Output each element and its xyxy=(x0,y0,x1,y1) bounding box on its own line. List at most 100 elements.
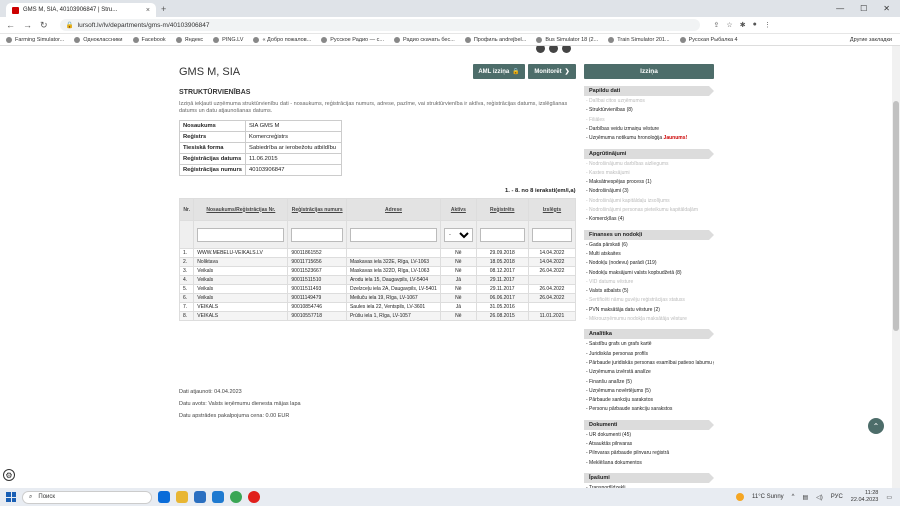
sidebar-item[interactable]: - Nodokļu (nodevu) parādi (119) xyxy=(586,260,714,266)
url-field[interactable]: 🔒 lursoft.lv/lv/departments/gms-m/401039… xyxy=(59,19,700,31)
sidebar-item[interactable]: - Uzņēmuma novērtējums (5) xyxy=(586,388,714,394)
print-icon[interactable] xyxy=(536,46,545,53)
bookmark-item[interactable]: Радио скачать бес... xyxy=(394,36,455,43)
sidebar-item[interactable]: - Juridiskās personas profils xyxy=(586,351,714,357)
windows-start-icon[interactable] xyxy=(6,492,16,502)
edge-icon[interactable] xyxy=(158,491,170,503)
sidebar-item[interactable]: - Darbības veidu izmaiņu vēsture xyxy=(586,126,714,132)
sidebar-section-header[interactable]: Analītika xyxy=(584,329,714,340)
weather-text[interactable]: 11°C Sunny xyxy=(752,494,784,500)
volume-icon[interactable]: ◁) xyxy=(816,494,823,501)
sidebar-item[interactable]: - Nodrošinājumi (3) xyxy=(586,188,714,194)
bookmark-item[interactable]: Facebook xyxy=(132,36,166,43)
col-name-header[interactable]: Nosaukums/Reģistrācijas Nr. xyxy=(193,198,289,221)
other-bookmarks[interactable]: Другие закладки xyxy=(850,37,900,43)
col-regnr-header[interactable]: Reģistrācijas numurs xyxy=(287,198,347,221)
clock[interactable]: 11:28 22.04.2023 xyxy=(851,490,879,504)
file-explorer-icon[interactable] xyxy=(176,491,188,503)
sidebar-item[interactable]: - Finanšu analīze (5) xyxy=(586,379,714,385)
table-row: 8. VEIKALS 90010557718 Prūšu iela 1, Rīga, … xyxy=(178,311,577,321)
izzina-button[interactable]: Izziņa xyxy=(584,64,714,79)
bookmark-item[interactable]: Русская Рыбалка 4 xyxy=(679,36,738,43)
monitor-button[interactable]: Monitorēt ❯ xyxy=(528,64,576,79)
extensions-icon[interactable]: ✱ xyxy=(740,21,746,29)
col-excluded-cell xyxy=(527,275,577,285)
sidebar-item[interactable]: - Valsts atbalsts (5) xyxy=(586,288,714,294)
bookmark-item[interactable]: Профиль andrejbel... xyxy=(464,36,526,43)
filter-name-input[interactable] xyxy=(197,227,285,242)
col-active-header[interactable]: Aktīvs xyxy=(440,198,477,221)
language-indicator[interactable]: РУС xyxy=(831,494,843,500)
filter-excluded-input[interactable] xyxy=(531,227,572,242)
sidebar-item[interactable]: - PVN maksātāja datu vēsture (2) xyxy=(586,307,714,313)
tray-arrow-icon[interactable]: ^ xyxy=(792,494,795,500)
sidebar-section-header[interactable]: Finanses un nodokļi xyxy=(584,229,714,240)
sidebar-item[interactable]: - Meklēšana dokumentos xyxy=(586,460,714,466)
filter-active-select[interactable]: - xyxy=(444,227,473,242)
taskbar-search[interactable]: ⌕ Поиск xyxy=(22,490,152,504)
reload-icon[interactable]: ↻ xyxy=(40,20,48,31)
bookmark-item[interactable]: Яндекс xyxy=(175,36,203,43)
aml-button[interactable]: AML izziņa 🔒 xyxy=(473,64,525,79)
bookmark-item[interactable]: Train Simulator 201... xyxy=(608,36,670,43)
sidebar-section-header[interactable]: Papildu dati xyxy=(584,86,714,96)
mail-icon[interactable] xyxy=(212,491,224,503)
sidebar-item[interactable]: - Uzņēmuma izvērstā analīze xyxy=(586,369,714,375)
sidebar-item-label: - Nodrošinājumi kapitāldaļu izsolījums xyxy=(586,197,670,204)
chrome-icon[interactable] xyxy=(230,491,242,503)
sidebar-item[interactable]: - Pārbaude sankciju sarakstos xyxy=(586,397,714,403)
col-name-cell: VEIKALS xyxy=(193,311,289,321)
col-registered-header[interactable]: Reģistrēts xyxy=(475,198,529,221)
sidebar-section-header[interactable]: Dokumenti xyxy=(584,419,714,430)
bookmark-item[interactable]: Одноклассники xyxy=(74,36,123,43)
sidebar-item[interactable]: - Personu pārbaude sankciju sarakstos xyxy=(586,406,714,412)
back-icon[interactable]: ← xyxy=(6,20,15,30)
menu-icon[interactable]: ⋮ xyxy=(764,21,771,29)
bookmark-item[interactable]: PING.LV xyxy=(213,36,243,43)
bookmark-item[interactable]: Farming Simulator... xyxy=(6,36,64,43)
sidebar-item-label: - Maksātnespējas process (1) xyxy=(586,179,652,186)
bookmark-item[interactable]: Bus Simulator 18 (2... xyxy=(536,36,598,43)
browser-tab[interactable]: GMS M, SIA, 40103906847 | Stru... × xyxy=(6,3,156,17)
network-icon[interactable]: ▤ xyxy=(802,494,808,501)
filter-address-input[interactable] xyxy=(349,227,438,242)
filter-registered-input[interactable] xyxy=(479,227,525,242)
email-icon[interactable] xyxy=(549,46,558,53)
sidebar-item[interactable]: - Multi atskaites xyxy=(586,251,714,257)
sidebar-item[interactable]: - Uzņēmuma notikumu hronoloģija Jaunums! xyxy=(586,135,714,141)
maximize-icon[interactable]: ☐ xyxy=(860,4,867,13)
new-tab-icon[interactable]: + xyxy=(161,4,166,14)
col-address-header[interactable]: Adrese xyxy=(345,198,442,221)
sidebar-item[interactable]: - UR dokumenti (45) xyxy=(586,432,714,438)
bookmark-item[interactable]: Русское Радио — с... xyxy=(321,36,384,43)
sidebar-item[interactable]: - Atsauktās pilnvaras xyxy=(586,441,714,447)
notifications-icon[interactable]: ▭ xyxy=(886,494,892,501)
close-tab-icon[interactable]: × xyxy=(146,7,150,14)
sidebar-section-header[interactable]: Apgrūtinājumi xyxy=(584,148,714,159)
close-window-icon[interactable]: ✕ xyxy=(883,4,890,13)
opera-icon[interactable] xyxy=(248,491,260,503)
scrollbar-thumb[interactable] xyxy=(893,101,899,331)
sidebar-item[interactable]: - Gada pārskati (6) xyxy=(586,242,714,248)
cookie-settings-icon[interactable]: ⚙ xyxy=(3,469,15,481)
bookmark-item[interactable]: « Добро пожалов... xyxy=(253,36,311,43)
sidebar-item[interactable]: - Struktūrvienības (8) xyxy=(586,107,714,113)
scroll-to-top-icon[interactable]: ⌃ xyxy=(868,418,884,434)
filter-regnr-input[interactable] xyxy=(291,227,343,242)
share-icon[interactable]: ⇪ xyxy=(714,21,720,29)
share-icon[interactable] xyxy=(562,46,571,53)
forward-icon[interactable]: → xyxy=(23,20,32,30)
scrollbar[interactable] xyxy=(892,46,900,488)
col-excluded-header[interactable]: Izslēgts xyxy=(527,198,577,221)
bookmark-star-icon[interactable]: ☆ xyxy=(726,21,732,29)
sidebar-item[interactable]: - Komercķīlas (4) xyxy=(586,216,714,222)
sidebar-item[interactable]: - Maksātnespējas process (1) xyxy=(586,179,714,185)
sidebar-item[interactable]: - Saistību grafs un grafs kartē xyxy=(586,341,714,347)
sidebar-section-header[interactable]: Īpašumi xyxy=(584,472,714,483)
sidebar-item[interactable]: - Pilnvaras pārbaude pilnvaru reģistrā xyxy=(586,450,714,456)
store-icon[interactable] xyxy=(194,491,206,503)
sidebar-item[interactable]: - Pārbaude juridiskās personas esamībai … xyxy=(586,360,714,366)
minimize-icon[interactable]: — xyxy=(836,4,844,13)
profile-icon[interactable]: ● xyxy=(753,21,757,29)
sidebar-item[interactable]: - Nodokļu maksājumi valsts kopbudžetā (8… xyxy=(586,270,714,276)
